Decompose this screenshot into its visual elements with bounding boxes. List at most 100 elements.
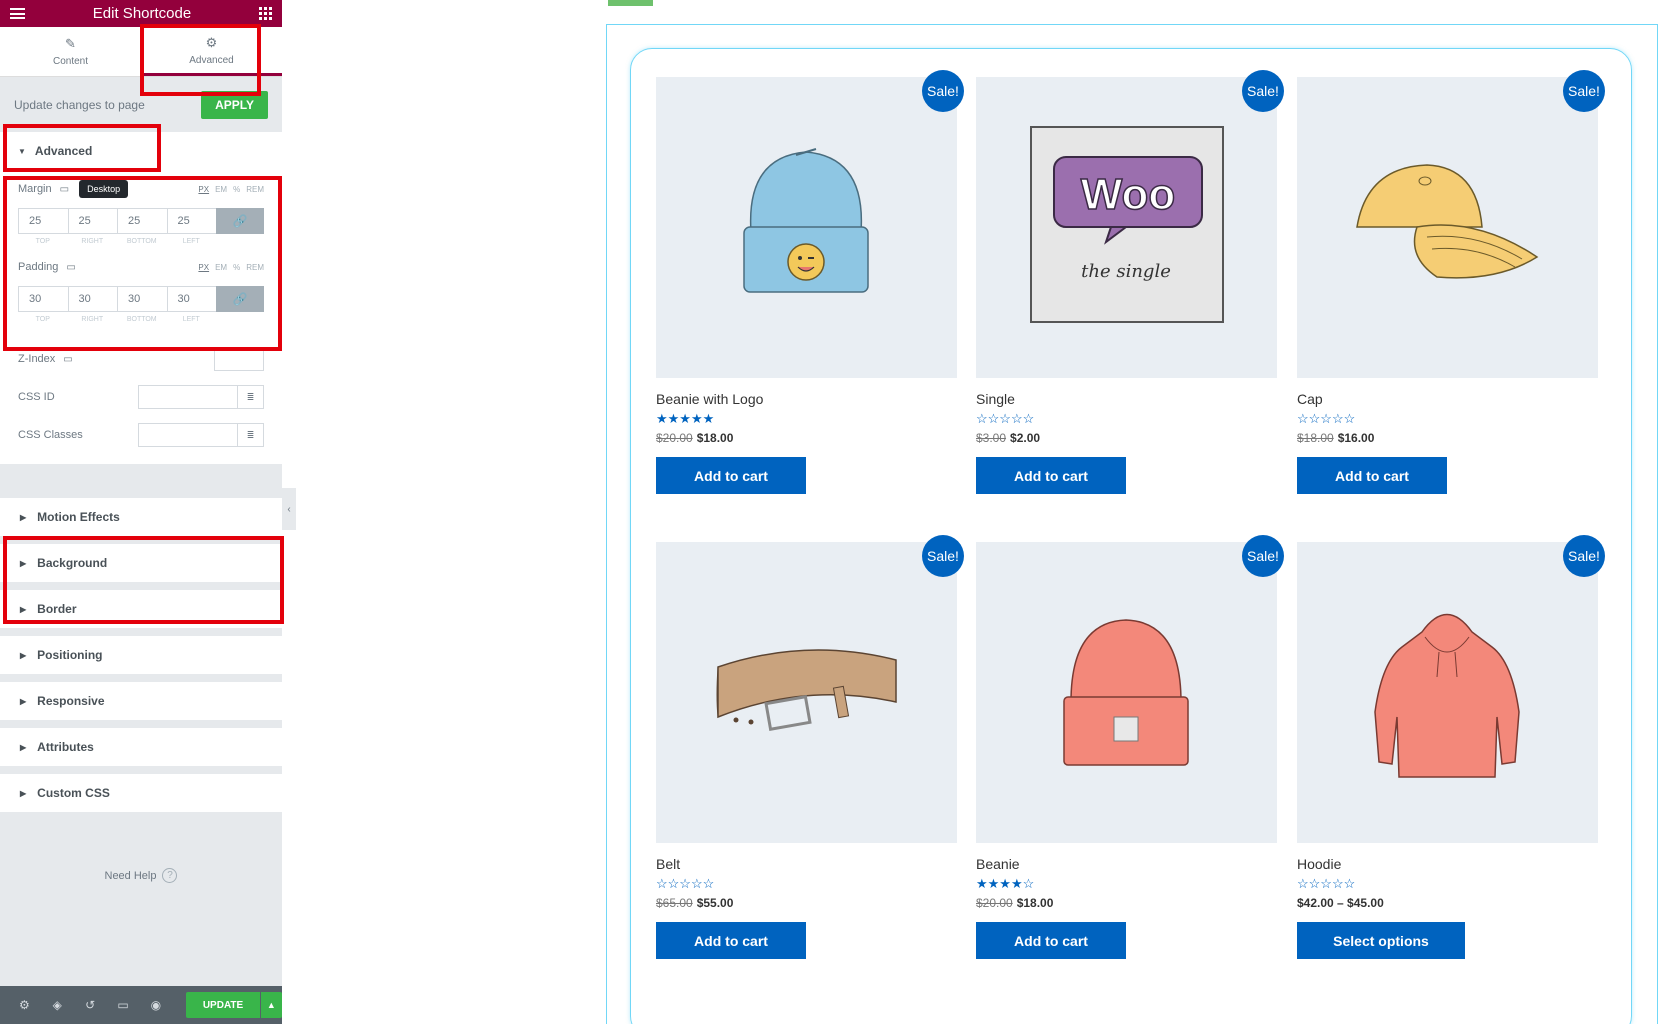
star-rating: ☆☆☆☆☆ — [1297, 411, 1356, 426]
old-price: $20.00 — [656, 431, 693, 445]
unit-percent[interactable]: % — [233, 185, 240, 194]
tab-advanced[interactable]: ⚙ Advanced — [141, 27, 282, 76]
woo-caption-text: the single — [1081, 261, 1171, 282]
section-attributes[interactable]: ▶ Attributes — [0, 728, 282, 766]
section-responsive-title: Responsive — [37, 694, 105, 708]
add-to-cart-button[interactable]: Add to cart — [656, 457, 806, 494]
hoodie-illustration — [1374, 613, 1520, 778]
unit-px[interactable]: PX — [198, 185, 209, 194]
star-rating: ☆☆☆☆☆ — [656, 876, 715, 891]
margin-inputs: 25 25 25 25 🔗 — [18, 208, 264, 234]
desktop-icon[interactable]: ▭ — [66, 262, 75, 273]
belt-illustration — [716, 649, 897, 732]
navigator-layers-icon[interactable]: ◈ — [41, 998, 74, 1012]
margin-top-input[interactable]: 25 — [18, 208, 68, 234]
padding-bottom-input[interactable]: 30 — [117, 286, 167, 312]
sale-badge: Sale! — [1242, 535, 1284, 577]
padding-label: Padding — [18, 261, 59, 273]
update-changes-text: Update changes to page — [14, 97, 145, 112]
collapse-panel-handle-icon[interactable]: ‹ — [282, 488, 296, 530]
add-to-cart-button[interactable]: Add to cart — [1297, 457, 1447, 494]
padding-right-label: RIGHT — [81, 315, 104, 323]
add-to-cart-button[interactable]: Add to cart — [976, 922, 1126, 959]
caret-right-icon: ▶ — [20, 696, 27, 706]
woo-single-illustration: Woo the single — [1030, 126, 1224, 323]
apply-button[interactable]: APPLY — [201, 90, 268, 119]
dynamic-tags-icon[interactable]: ≣ — [238, 385, 264, 409]
padding-top-input[interactable]: 30 — [18, 286, 68, 312]
desktop-icon[interactable]: ▭ — [63, 354, 72, 365]
padding-left-input[interactable]: 30 — [166, 286, 216, 312]
margin-left-label: LEFT — [182, 237, 200, 245]
unit-percent[interactable]: % — [233, 263, 240, 272]
product-image[interactable]: Woo the single Sale! — [976, 70, 1284, 378]
product-image[interactable]: Sale! — [656, 70, 964, 378]
section-responsive[interactable]: ▶ Responsive — [0, 682, 282, 720]
product-image[interactable]: Sale! — [976, 535, 1284, 843]
product-name[interactable]: Single — [976, 391, 1277, 407]
padding-units: PX EM % REM — [198, 263, 264, 272]
responsive-mode-icon[interactable]: ▭ — [107, 998, 140, 1012]
select-options-button[interactable]: Select options — [1297, 922, 1465, 959]
margin-right-input[interactable]: 25 — [67, 208, 117, 234]
link-values-icon[interactable]: 🔗 — [216, 286, 264, 312]
zindex-input[interactable] — [214, 347, 264, 371]
old-price: $20.00 — [976, 896, 1013, 910]
section-background[interactable]: ▶ Background — [0, 544, 282, 582]
update-button[interactable]: UPDATE — [186, 992, 260, 1018]
product-image[interactable]: Sale! — [1297, 70, 1605, 378]
product-name[interactable]: Belt — [656, 856, 957, 872]
add-to-cart-button[interactable]: Add to cart — [656, 922, 806, 959]
preview-eye-icon[interactable]: ◉ — [139, 998, 172, 1012]
sale-price: $18.00 — [696, 431, 734, 445]
section-handle[interactable] — [608, 0, 653, 6]
need-help-link[interactable]: Need Help ? — [0, 868, 282, 883]
advanced-section-body: Margin ▭ Desktop PX EM % REM 25 25 25 25… — [0, 170, 282, 464]
css-id-label: CSS ID — [18, 391, 55, 403]
panel-tabs: ✎ Content ⚙ Advanced — [0, 27, 282, 77]
link-values-icon[interactable]: 🔗 — [216, 208, 264, 234]
section-positioning[interactable]: ▶ Positioning — [0, 636, 282, 674]
product-price: $20.00 $18.00 — [976, 896, 1277, 910]
section-border[interactable]: ▶ Border — [0, 590, 282, 628]
unit-rem[interactable]: REM — [246, 263, 264, 272]
unit-em[interactable]: EM — [215, 263, 227, 272]
widgets-grid-icon[interactable] — [259, 7, 272, 20]
product-name[interactable]: Cap — [1297, 391, 1598, 407]
settings-gear-icon[interactable]: ⚙ — [8, 998, 41, 1012]
update-options-caret-icon[interactable]: ▲ — [260, 992, 282, 1018]
product-name[interactable]: Beanie with Logo — [656, 391, 957, 407]
css-id-input[interactable] — [138, 385, 238, 409]
desktop-icon[interactable]: ▭ — [60, 184, 69, 195]
add-to-cart-button[interactable]: Add to cart — [976, 457, 1126, 494]
panel-header: Edit Shortcode — [0, 0, 282, 27]
history-icon[interactable]: ↺ — [74, 998, 107, 1012]
editor-panel: Edit Shortcode ✎ Content ⚙ Advanced Upda… — [0, 0, 282, 1024]
padding-input-labels: TOP RIGHT BOTTOM LEFT — [18, 312, 264, 326]
unit-px[interactable]: PX — [198, 263, 209, 272]
price-range: $42.00 – $45.00 — [1297, 896, 1384, 910]
hamburger-menu-icon[interactable] — [10, 8, 25, 19]
section-motion-effects-title: Motion Effects — [37, 510, 120, 524]
section-custom-css-title: Custom CSS — [37, 786, 110, 800]
section-advanced-header[interactable]: ▼ Advanced — [0, 132, 282, 170]
caret-right-icon: ▶ — [20, 742, 27, 752]
section-motion-effects[interactable]: ▶ Motion Effects — [0, 498, 282, 536]
css-classes-input[interactable] — [138, 423, 238, 447]
margin-bottom-input[interactable]: 25 — [117, 208, 167, 234]
cap-illustration — [1356, 164, 1539, 279]
dynamic-tags-icon[interactable]: ≣ — [238, 423, 264, 447]
product-image[interactable]: Sale! — [656, 535, 964, 843]
unit-rem[interactable]: REM — [246, 185, 264, 194]
section-custom-css[interactable]: ▶ Custom CSS — [0, 774, 282, 812]
unit-em[interactable]: EM — [215, 185, 227, 194]
product-name[interactable]: Beanie — [976, 856, 1277, 872]
padding-right-input[interactable]: 30 — [67, 286, 117, 312]
tab-content[interactable]: ✎ Content — [0, 27, 141, 76]
padding-bottom-label: BOTTOM — [126, 315, 157, 323]
product-name[interactable]: Hoodie — [1297, 856, 1598, 872]
margin-left-input[interactable]: 25 — [166, 208, 216, 234]
product-image[interactable]: Sale! — [1297, 535, 1605, 843]
section-background-title: Background — [37, 556, 108, 570]
css-id-row: CSS ID ≣ — [18, 378, 264, 416]
